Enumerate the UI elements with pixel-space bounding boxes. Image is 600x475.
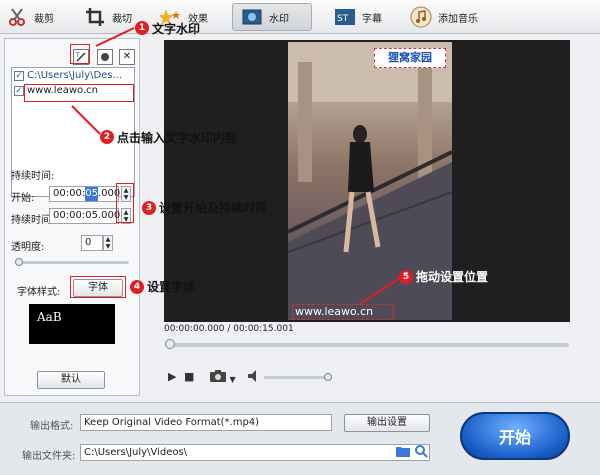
callout-arrows — [71, 27, 401, 305]
